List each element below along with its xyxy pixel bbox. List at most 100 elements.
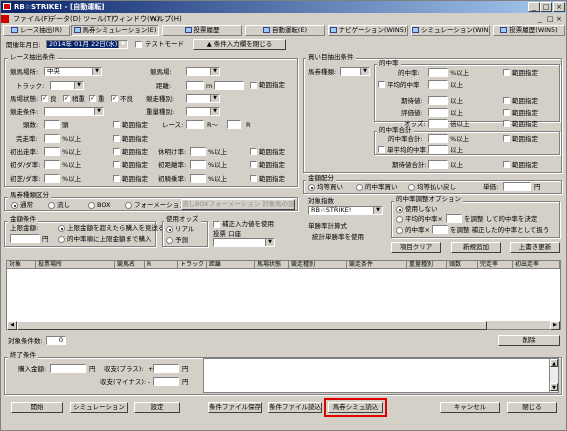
add-new-button[interactable]: 新規追加 [451,242,501,253]
maximize-button[interactable]: □ [540,2,552,12]
close-inputs-button[interactable]: ▲ 条件入力欄を閉じる [193,39,286,50]
odds-real-radio[interactable] [166,226,173,233]
clear-items-button[interactable]: 項目クリア [391,242,441,253]
scroll-thumb[interactable] [17,321,487,330]
test-mode-checkbox[interactable] [135,41,142,48]
col-joken[interactable]: 競走条件 [347,261,407,269]
race-from[interactable] [186,120,204,129]
tab-vote-history[interactable]: 投票履歴 [162,25,242,36]
kitai-sum-range-checkbox[interactable] [503,161,510,168]
hajime-input[interactable] [190,174,206,183]
shoshin-range-checkbox[interactable] [113,148,120,155]
tab-ticket-sim[interactable]: 馬券シミュレーション(E) [71,25,159,36]
kitai-input[interactable] [428,96,448,105]
mdi-close[interactable]: × [556,14,562,24]
kumi-range-checkbox[interactable] [113,121,120,128]
scroll-left-button[interactable]: ◀ [7,321,17,330]
close-button[interactable]: × [553,2,565,12]
scroll-right-button[interactable]: ▶ [550,321,560,330]
baken-type-select[interactable] [340,67,370,76]
kind-box-radio[interactable] [88,202,95,209]
over-skip-radio[interactable] [58,225,65,232]
col-target[interactable]: 対象 [7,261,36,269]
col-race[interactable]: R [145,261,178,269]
avg-hit-input[interactable] [428,80,448,89]
minimize-button[interactable]: _ [528,2,540,12]
joken-select[interactable] [44,107,104,116]
vote-account-select[interactable] [213,238,275,247]
condition-grid[interactable]: 対象 投票場所 競馬名 R トラック 距離 馬場状態 競走種別 競走条件 重量種… [6,260,561,330]
tan-avg-checkbox[interactable] [378,146,385,153]
col-distance[interactable]: 距離 [207,261,255,269]
max-amount-input[interactable] [10,234,40,243]
mdi-restore[interactable]: □ [547,14,554,24]
hit-order-radio[interactable] [58,236,65,243]
menu-tools[interactable]: ツール(T) [83,14,114,24]
adjust-avg-radio[interactable] [396,216,403,223]
hit-rate-input[interactable] [428,68,448,77]
tan-avg-input[interactable] [428,145,448,154]
juryo-select[interactable] [186,107,220,116]
baba-heavy-checkbox[interactable]: ✓ [89,95,96,102]
odds-input[interactable] [428,119,448,128]
grid-hscrollbar[interactable]: ◀ ▶ [7,320,560,330]
start-button[interactable]: 開始 [11,402,63,413]
bomb-input[interactable] [44,160,60,169]
end-plus-input[interactable] [153,364,179,373]
hyoka-input[interactable] [428,108,448,117]
hyoka-range-checkbox[interactable] [503,109,510,116]
col-shubetsu[interactable]: 競走種別 [289,261,347,269]
kind-nagashi-radio[interactable] [48,202,55,209]
col-keiba[interactable]: 競馬名 [115,261,145,269]
load-condition-button[interactable]: 条件ファイル読込 [268,402,322,413]
koken-range-checkbox[interactable] [250,148,257,155]
kanso-range-checkbox[interactable] [113,135,120,142]
kumi-input[interactable] [44,120,60,129]
adjust-avg-input[interactable] [446,214,462,223]
shokyori-input[interactable] [190,160,206,169]
hit-range-checkbox[interactable] [503,69,510,76]
haibun-even-radio[interactable] [308,184,315,191]
track-select[interactable] [50,81,84,90]
end-buy-input[interactable] [50,364,86,373]
tab-auto-run[interactable]: 自動運転(E) [245,25,325,36]
overwrite-button[interactable]: 上書き更新 [510,242,560,253]
end-minus-input[interactable] [153,377,179,386]
kind-formation-radio[interactable] [125,202,132,209]
hit-sum-input[interactable] [428,134,448,143]
baba-bad-checkbox[interactable]: ✓ [111,95,118,102]
log-area[interactable]: ▲ ▼ [203,358,559,393]
log-scrollbar[interactable]: ▲ ▼ [549,359,558,392]
unit-price-input[interactable] [503,182,531,191]
kanso-input[interactable] [44,134,60,143]
close-form-button[interactable]: 閉じる [507,402,557,413]
menu-file[interactable]: ファイル(F) [13,14,51,24]
distance-range-checkbox[interactable] [250,82,257,89]
hit-sum-range-checkbox[interactable] [503,135,510,142]
app-menu-icon[interactable] [1,15,9,23]
col-track[interactable]: トラック [178,261,207,269]
col-kanso[interactable]: 完走率 [478,261,513,269]
date-picker[interactable]: 2014年 01月 22日(水) [46,40,128,49]
hajime-range-checkbox[interactable] [250,175,257,182]
menu-help[interactable]: ヘルプ(H) [150,14,182,24]
bomb-range-checkbox[interactable] [113,161,120,168]
baba-good-checkbox[interactable]: ✓ [41,95,48,102]
log-scroll-down[interactable]: ▼ [550,383,558,391]
tab-navi-win5[interactable]: ナビゲーション(WIN5) [328,25,408,36]
col-tousu[interactable]: 頭数 [447,261,478,269]
distance-to[interactable] [214,81,244,90]
adjust-none-radio[interactable] [396,206,403,213]
shubetsu-select[interactable] [186,94,220,103]
odds-range-checkbox[interactable] [503,120,510,127]
shoshin-input[interactable] [44,147,60,156]
delete-button[interactable]: 削除 [498,335,560,346]
simulation-button[interactable]: シミュレーション [70,402,128,413]
tenba-input[interactable] [44,174,60,183]
baba-yaya-checkbox[interactable]: ✓ [63,95,70,102]
adjust-hit-radio[interactable] [396,227,403,234]
col-place[interactable]: 投票場所 [36,261,115,269]
log-scroll-up[interactable]: ▲ [550,359,558,367]
haibun-hit-radio[interactable] [356,184,363,191]
distance-from[interactable] [186,81,204,90]
